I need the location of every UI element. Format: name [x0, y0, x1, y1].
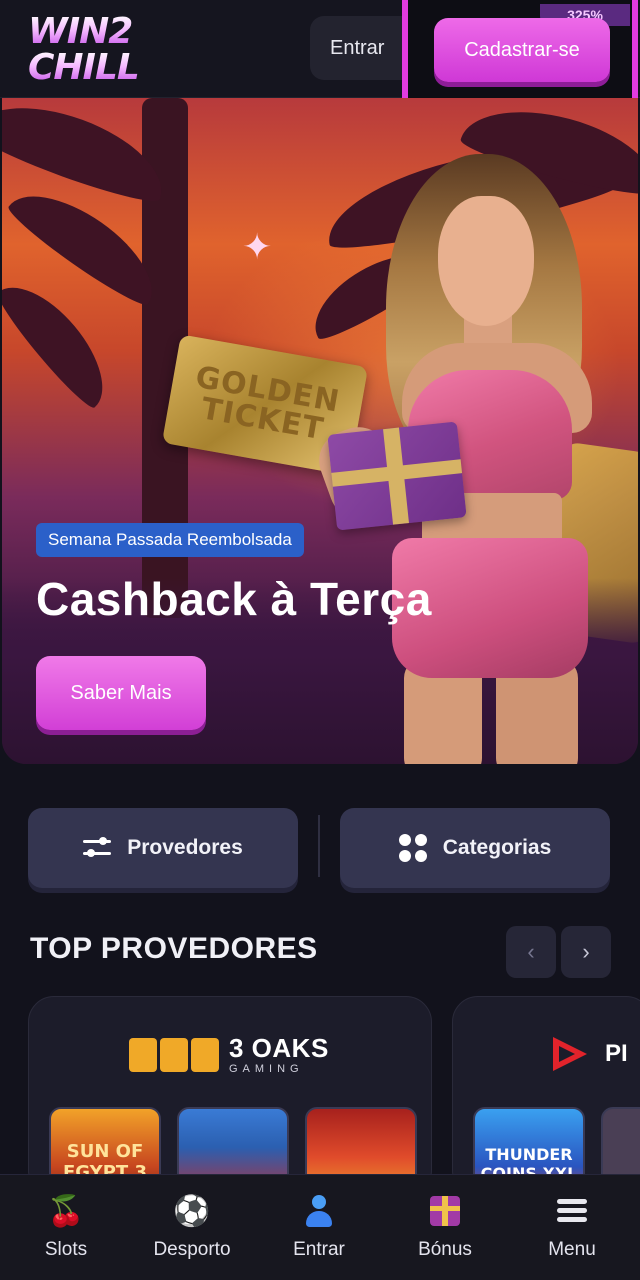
- provider-logo: PI: [551, 1035, 628, 1073]
- promo-banner[interactable]: ✦ GOLDEN TICKET Semana Passada Reembolsa…: [2, 98, 638, 764]
- top-header: WIN2 CHILL Entrar 325% Cadastrar-se: [0, 0, 640, 112]
- user-icon: [304, 1189, 334, 1233]
- carousel-prev-button[interactable]: ‹: [506, 926, 556, 978]
- character-face: [438, 196, 534, 326]
- gift-icon: [430, 1189, 460, 1233]
- grid-icon: [398, 834, 427, 862]
- chevron-right-icon: ›: [582, 939, 590, 964]
- learn-more-button[interactable]: Saber Mais: [36, 656, 206, 730]
- menu-icon: [557, 1189, 587, 1233]
- cherry-icon: 🍒: [47, 1194, 85, 1228]
- provider-logo: 3 OAKS GAMING: [129, 1035, 329, 1075]
- oaks-logo-icon: [129, 1038, 219, 1072]
- gift-box: [327, 421, 467, 531]
- provider-logo-icon: [551, 1035, 591, 1073]
- categories-filter-label: Categorias: [442, 836, 552, 859]
- provider-name: 3 OAKS: [229, 1033, 329, 1063]
- promo-headline: Cashback à Terça: [36, 573, 432, 625]
- bottom-navigation: 🍒 Slots ⚽ Desporto Entrar Bónus Menu: [0, 1174, 640, 1280]
- nav-item-menu[interactable]: Menu: [512, 1189, 632, 1269]
- carousel-next-button[interactable]: ›: [561, 926, 611, 978]
- sparkle-icon: ✦: [242, 226, 273, 267]
- nav-label: Desporto: [153, 1239, 231, 1260]
- section-title: TOP PROVEDORES: [30, 932, 318, 965]
- nav-item-bonus[interactable]: Bónus: [385, 1189, 505, 1269]
- sliders-icon: [83, 836, 112, 860]
- palm-leaf: [2, 268, 123, 414]
- nav-label: Menu: [548, 1239, 596, 1260]
- nav-item-entrar[interactable]: Entrar: [259, 1189, 379, 1269]
- chevron-left-icon: ‹: [527, 939, 535, 964]
- providers-filter-label: Provedores: [127, 836, 243, 859]
- nav-item-desporto[interactable]: ⚽ Desporto: [132, 1189, 252, 1269]
- provider-name: PI: [605, 1040, 628, 1067]
- soccer-ball-icon: ⚽: [173, 1194, 211, 1228]
- provider-subname: GAMING: [229, 1063, 304, 1075]
- providers-filter-button[interactable]: Provedores: [28, 808, 298, 888]
- categories-filter-button[interactable]: Categorias: [340, 808, 610, 888]
- brand-logo[interactable]: WIN2 CHILL: [28, 10, 158, 90]
- logo-line-2: CHILL: [28, 50, 158, 86]
- promo-badge: Semana Passada Reembolsada: [36, 523, 304, 557]
- provider-card[interactable]: PI THUNDER COINS XXL: [452, 996, 640, 1196]
- logo-line-1: WIN2: [28, 14, 158, 50]
- nav-item-slots[interactable]: 🍒 Slots: [6, 1189, 126, 1269]
- provider-card[interactable]: 3 OAKS GAMING SUN OF EGYPT 3: [28, 996, 432, 1196]
- nav-label: Bónus: [418, 1239, 472, 1260]
- filter-divider: [318, 815, 320, 877]
- signup-button[interactable]: Cadastrar-se: [434, 18, 610, 82]
- nav-label: Entrar: [293, 1239, 345, 1260]
- nav-label: Slots: [44, 1239, 88, 1260]
